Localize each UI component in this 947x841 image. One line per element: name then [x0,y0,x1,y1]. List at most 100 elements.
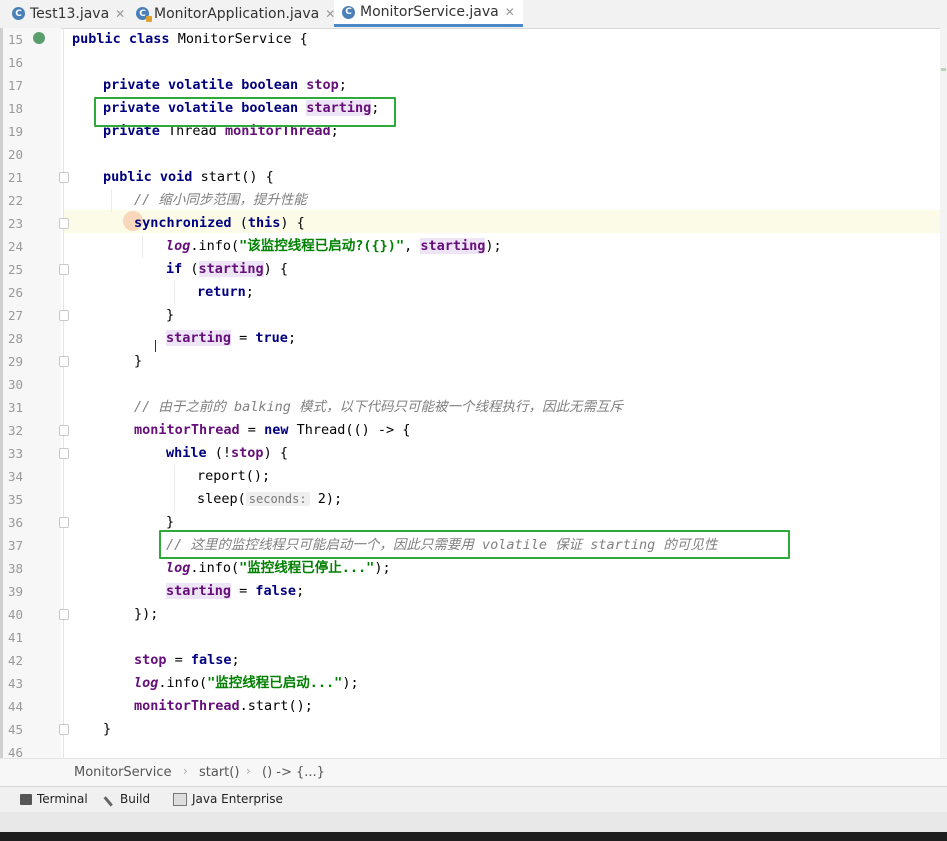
code-line: 42 stop = false; [0,649,947,672]
code-line: 23 synchronized (this) { [0,212,947,235]
class-name: MonitorService { [177,31,308,47]
code-line: 25 if (starting) { [0,258,947,281]
fold-icon[interactable] [59,356,69,367]
breadcrumb-item[interactable]: start() [199,765,239,780]
tab-label: MonitorApplication.java [154,5,320,22]
line-number: 32 [8,423,24,438]
punct: = [231,330,256,346]
keyword: true [255,330,288,346]
fold-icon[interactable] [59,448,69,459]
close-icon[interactable]: ✕ [505,5,515,19]
code-line: 35 sleep(seconds: 2); [0,488,947,511]
punct: ) { [263,445,288,461]
fold-icon[interactable] [59,724,69,735]
fold-icon[interactable] [59,517,69,528]
line-number: 33 [8,446,24,461]
field-starting: starting [420,238,486,254]
line-number: 41 [8,630,24,645]
method-signature: start() { [200,169,274,185]
line-number: 38 [8,561,24,576]
code-line: 30 [0,373,947,396]
build-button[interactable]: Build [103,791,150,807]
java-enterprise-button[interactable]: Java Enterprise [173,792,283,806]
keyword: false [190,652,232,668]
line-number: 45 [8,722,24,737]
tab-label: MonitorService.java [360,4,499,20]
code-line: 38 log.info("监控线程已停止..."); [0,557,947,580]
punct: ; [296,583,305,599]
punct: ( [239,215,248,231]
field-stop: stop [306,77,339,93]
java-enterprise-label: Java Enterprise [192,792,283,806]
java-enterprise-icon [173,792,187,806]
breadcrumb-item[interactable]: () -> {...} [262,765,325,780]
class-c-icon: C [342,5,355,19]
fold-icon[interactable] [59,425,69,436]
line-number: 22 [8,193,24,208]
tab-monitor-service[interactable]: C MonitorService.java ✕ [334,0,523,27]
keyword: private [103,77,160,93]
breadcrumb: MonitorService › start() › () -> {...} [0,758,947,787]
punct: ) { [263,261,288,277]
punct: ( [190,261,199,277]
keyword: public [103,169,152,185]
field-monitor-thread: monitorThread [134,698,240,714]
punct: ; [287,330,297,346]
line-number: 40 [8,607,24,622]
code-line: 34 report(); [0,465,947,488]
string-literal: "监控线程已启动..." [207,675,343,691]
code-line: 43 log.info("监控线程已启动..."); [0,672,947,695]
punct: } [166,307,175,323]
punct: ); [342,675,359,691]
tab-monitor-application[interactable]: C MonitorApplication.java ✕ [136,0,335,27]
log-field: log [166,238,191,254]
field-starting: starting [198,261,264,277]
punct: ) { [280,215,305,231]
code-line: 33 while (!stop) { [0,442,947,465]
keyword: if [166,261,183,277]
punct: , [404,238,421,254]
method-call: .info( [190,560,240,576]
taskbar-strip [0,832,947,841]
indent-guide [111,189,112,212]
breadcrumb-item[interactable]: MonitorService [74,765,171,780]
keyword: while [166,445,207,461]
method-call: .start(); [239,698,313,714]
line-number: 25 [8,262,24,277]
punct: ); [374,560,391,576]
code-line: 16 [0,51,947,74]
fold-icon[interactable] [59,172,69,183]
fold-icon[interactable] [59,310,69,321]
code-line: 45 } [0,718,947,741]
code-line: 21 public void start() { [0,166,947,189]
tab-test13[interactable]: C Test13.java ✕ [12,0,125,27]
terminal-label: Terminal [37,792,88,806]
close-icon[interactable]: ✕ [115,7,125,21]
string-literal: "该监控线程已启动?({})" [239,238,405,254]
method-call: sleep( [197,491,246,507]
code-line: 31 // 由于之前的 balking 模式，以下代码只可能被一个线程执行，因此… [0,396,947,419]
keyword: volatile [168,77,234,93]
run-gutter-icon[interactable] [33,32,45,44]
fold-icon[interactable] [59,218,69,229]
code-line: 27 } [0,304,947,327]
field-starting: starting [166,330,232,346]
indent-guide [174,488,175,511]
line-number: 21 [8,170,24,185]
line-number: 20 [8,147,24,162]
line-number: 27 [8,308,24,323]
fold-icon[interactable] [59,264,69,275]
code-line: 22 // 缩小同步范围，提升性能 [0,189,947,212]
class-c-icon: C [136,7,152,22]
keyword: return [197,284,246,300]
line-number: 34 [8,469,24,484]
argument: 2); [317,491,343,507]
indent-guide [174,281,175,304]
line-number: 28 [8,331,24,346]
fold-icon[interactable] [59,609,69,620]
line-number: 44 [8,699,24,714]
line-number: 29 [8,354,24,369]
terminal-button[interactable]: Terminal [20,792,88,806]
punct: } [134,353,143,369]
keyword: synchronized [134,215,232,231]
